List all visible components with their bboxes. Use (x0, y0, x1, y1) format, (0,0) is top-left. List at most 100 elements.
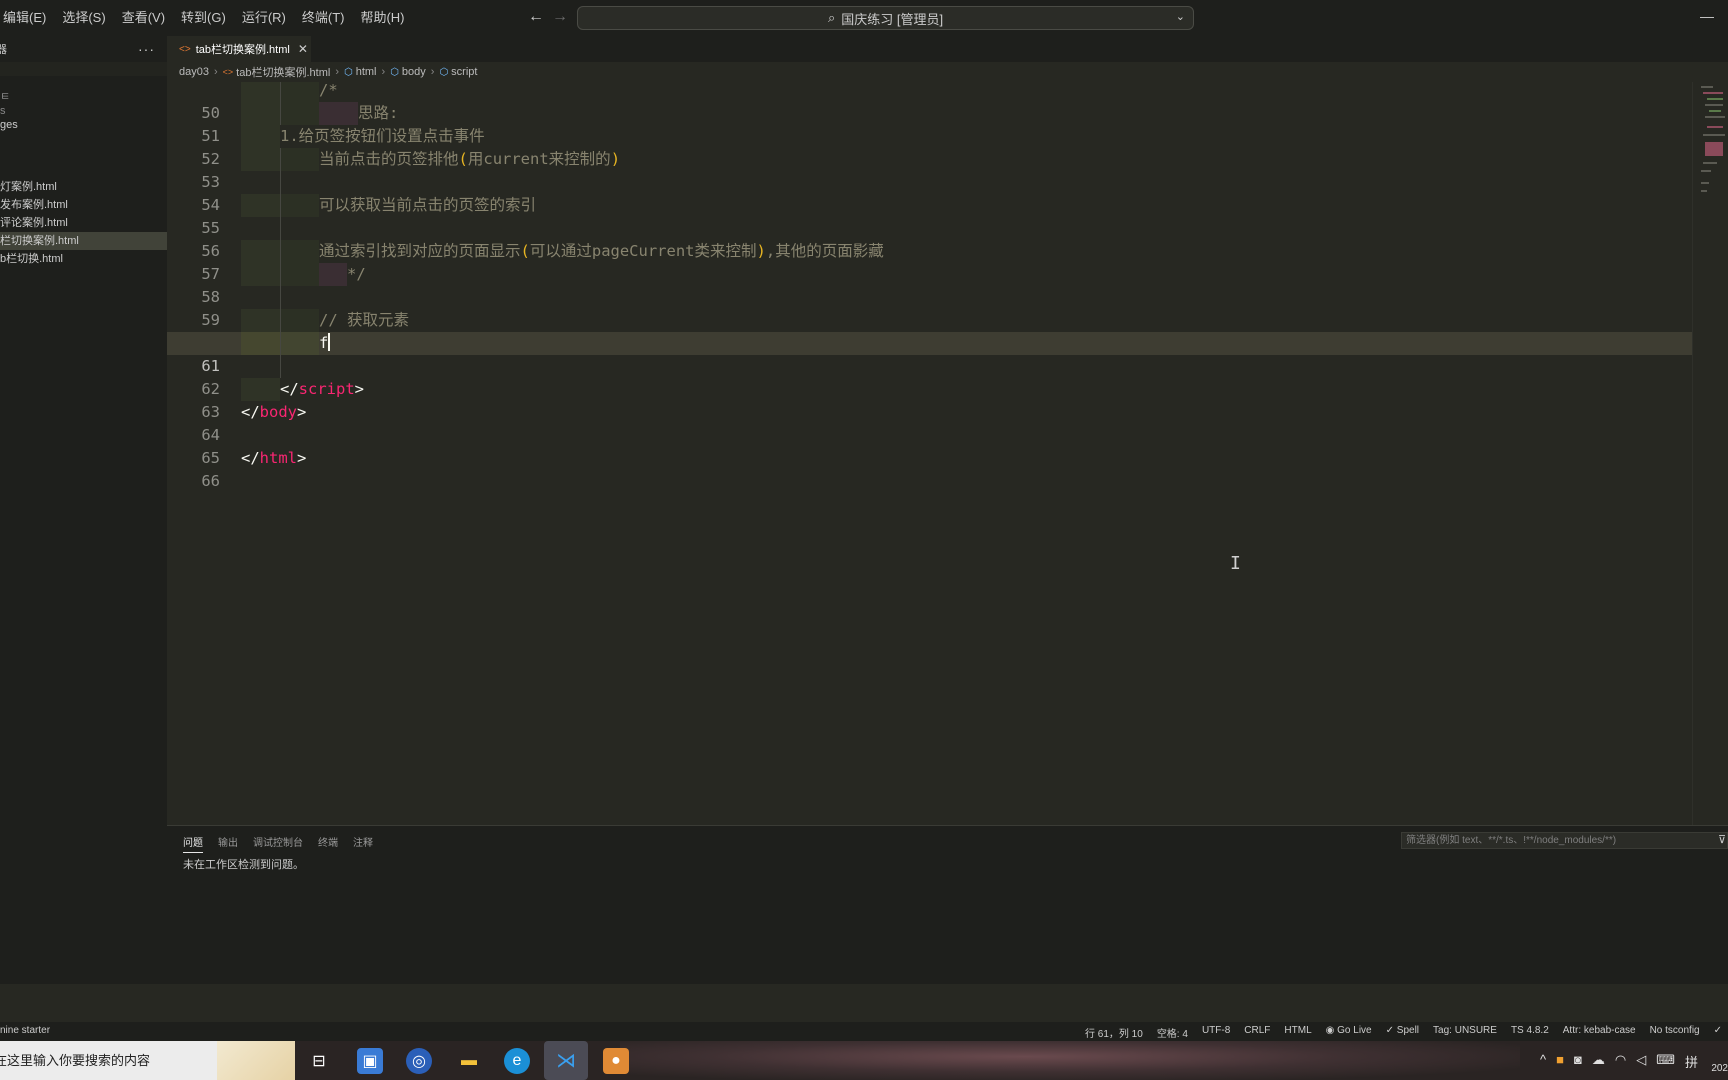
menu-bar: 编辑(E) 选择(S) 查看(V) 转到(G) 运行(R) 终端(T) 帮助(H… (0, 0, 413, 36)
system-tray: ^ ■ ◙ ☁ ◠ ◁ ⌨ 拼 (1540, 1052, 1698, 1071)
folder-item[interactable]: s (0, 104, 167, 118)
menu-terminal[interactable]: 终端(T) (294, 0, 353, 36)
file-item[interactable]: b栏切换.html (0, 250, 167, 268)
status-language[interactable]: HTML (1284, 1025, 1311, 1040)
file-item[interactable]: 灯案例.html (0, 178, 167, 196)
command-center[interactable]: ⌕ 国庆练习 [管理员] ⌄ (577, 6, 1194, 30)
folder-item[interactable]: ges (0, 118, 167, 132)
chevron-down-icon[interactable]: ⌄ (1176, 10, 1185, 23)
edge-browser-icon[interactable]: e (504, 1048, 530, 1074)
status-attr[interactable]: Attr: kebab-case (1563, 1025, 1636, 1040)
status-encoding[interactable]: UTF-8 (1202, 1025, 1230, 1040)
code-line: 63 </script> (167, 378, 1692, 421)
breadcrumb: day03 › <> tab栏切换案例.html › ⬡ html › ⬡ bo… (167, 62, 1728, 82)
status-ts-version[interactable]: TS 4.8.2 (1511, 1025, 1549, 1040)
task-view-icon[interactable]: ⊟ (306, 1048, 332, 1074)
tab-debug-console[interactable]: 调试控制台 (253, 834, 303, 853)
chevron-up-icon[interactable]: ^ (1540, 1052, 1546, 1071)
more-actions-icon[interactable]: ··· (138, 41, 155, 57)
taskbar-clock[interactable]: 202 (1700, 1043, 1728, 1077)
cloud-icon[interactable]: ☁ (1592, 1052, 1605, 1071)
windows-taskbar: 在这里输入你要搜索的内容 ⊟ ▣ ◎ ▬ e ⋊ ● ^ ■ ◙ ☁ ◠ ◁ ⌨… (0, 1041, 1728, 1080)
problems-filter-input[interactable]: 筛选器(例如 text、**/*.ts、!**/node_modules/**) (1401, 832, 1728, 849)
code-line: 66 </html> (167, 447, 1692, 490)
bottom-panel: 问题 输出 调试控制台 终端 注释 筛选器(例如 text、**/*.ts、!*… (167, 825, 1728, 984)
minimize-icon[interactable]: — (1700, 8, 1714, 24)
workspace-section-header[interactable] (0, 62, 167, 76)
status-left-text[interactable]: nine starter (0, 1025, 50, 1036)
paren-open: ( (520, 242, 530, 260)
breadcrumb-html[interactable]: html (356, 66, 377, 78)
code-text: f (319, 334, 329, 352)
status-go-live[interactable]: ◉ Go Live (1326, 1025, 1372, 1040)
menu-edit[interactable]: 编辑(E) (0, 0, 54, 36)
menu-go[interactable]: 转到(G) (173, 0, 234, 36)
code-text: 可以获取当前点击的页签的索引 (319, 196, 537, 214)
broadcast-icon: ◉ (1325, 1025, 1338, 1036)
tray-app-icon[interactable]: ■ (1556, 1052, 1564, 1071)
file-item[interactable]: 评论案例.html (0, 214, 167, 232)
breadcrumb-body[interactable]: body (402, 66, 426, 78)
menu-run[interactable]: 运行(R) (234, 0, 294, 36)
breadcrumb-folder[interactable]: day03 (179, 66, 209, 78)
status-cursor-position[interactable]: 行 61，列 10 (1085, 1025, 1143, 1040)
check-all-icon[interactable]: ✓ (1714, 1025, 1722, 1040)
back-arrow-icon[interactable]: ← (528, 8, 544, 26)
explorer-title: 器 (0, 44, 7, 56)
html-file-icon: <> (222, 67, 234, 77)
status-tsconfig[interactable]: No tsconfig (1650, 1025, 1700, 1040)
wechat-icon[interactable]: ● (603, 1048, 629, 1074)
tab-comments[interactable]: 注释 (353, 834, 373, 853)
code-editor[interactable]: 50 /* 51 思路: 52 1.给页签按钮们设置点击事件 53 当前点击的页… (167, 82, 1692, 825)
wifi-icon[interactable]: ◠ (1615, 1052, 1626, 1071)
chevron-right-icon: › (430, 66, 435, 78)
minimap[interactable] (1692, 82, 1728, 825)
tray-app-icon[interactable]: ◙ (1574, 1052, 1582, 1071)
input-method-icon[interactable]: 拼 (1685, 1052, 1698, 1071)
tab-problems[interactable]: 问题 (183, 834, 203, 853)
tab-output[interactable]: 输出 (218, 834, 238, 853)
code-line: 60 // 获取元素 (167, 309, 1692, 352)
folder-item[interactable]: ㅌ (0, 90, 167, 104)
tab-terminal[interactable]: 终端 (318, 834, 338, 853)
code-text: 当前点击的页签排他 (319, 150, 459, 168)
filter-icon[interactable]: ⊽ (1718, 833, 1726, 846)
chevron-right-icon: › (381, 66, 386, 78)
status-tag[interactable]: Tag: UNSURE (1433, 1025, 1497, 1040)
forward-arrow-icon[interactable]: → (552, 8, 568, 26)
editor-tab[interactable]: <> tab栏切换案例.html ✕ (167, 36, 311, 62)
keyboard-icon[interactable]: ⌨ (1656, 1052, 1675, 1071)
vscode-icon[interactable]: ⋊ (544, 1041, 588, 1080)
status-spell[interactable]: ✓ Spell (1386, 1025, 1419, 1040)
tag-close: > (297, 449, 307, 467)
close-icon[interactable]: ✕ (298, 42, 308, 56)
file-explorer-icon[interactable]: ▬ (456, 1048, 482, 1074)
app-icon[interactable]: ▣ (357, 1048, 383, 1074)
search-icon: ⌕ (827, 10, 836, 25)
tag-name: html (259, 449, 297, 467)
code-line: 62 (167, 355, 1692, 398)
breadcrumb-script[interactable]: script (451, 66, 477, 78)
status-indentation[interactable]: 空格: 4 (1157, 1025, 1188, 1040)
menu-selection[interactable]: 选择(S) (54, 0, 113, 36)
paren-open: ( (458, 150, 468, 168)
app-icon[interactable]: ◎ (406, 1048, 432, 1074)
menu-view[interactable]: 查看(V) (114, 0, 173, 36)
file-item[interactable]: 发布案例.html (0, 196, 167, 214)
tag-open: </ (241, 403, 260, 421)
code-text: 思路: (358, 104, 399, 122)
taskbar-search-box[interactable]: 在这里输入你要搜索的内容 (0, 1041, 217, 1080)
tag-close: > (354, 380, 365, 398)
breadcrumb-file[interactable]: tab栏切换案例.html (236, 64, 330, 80)
file-item-active[interactable]: 栏切换案例.html (0, 232, 167, 250)
menu-help[interactable]: 帮助(H) (352, 0, 412, 36)
vscode-window: 编辑(E) 选择(S) 查看(V) 转到(G) 运行(R) 终端(T) 帮助(H… (0, 0, 1728, 1080)
volume-icon[interactable]: ◁ (1636, 1052, 1646, 1071)
explorer-sidebar: 器 ··· ㅌ s ges 灯案例.html 发布案例.html 评论案例.ht… (0, 36, 167, 984)
status-eol[interactable]: CRLF (1244, 1025, 1270, 1040)
editor-tab-bar: <> tab栏切换案例.html ✕ (167, 36, 1728, 62)
code-line: 54 (167, 171, 1692, 214)
tag-name: body (259, 403, 297, 421)
tag-open: </ (280, 380, 299, 398)
line-number: 66 (201, 472, 220, 490)
